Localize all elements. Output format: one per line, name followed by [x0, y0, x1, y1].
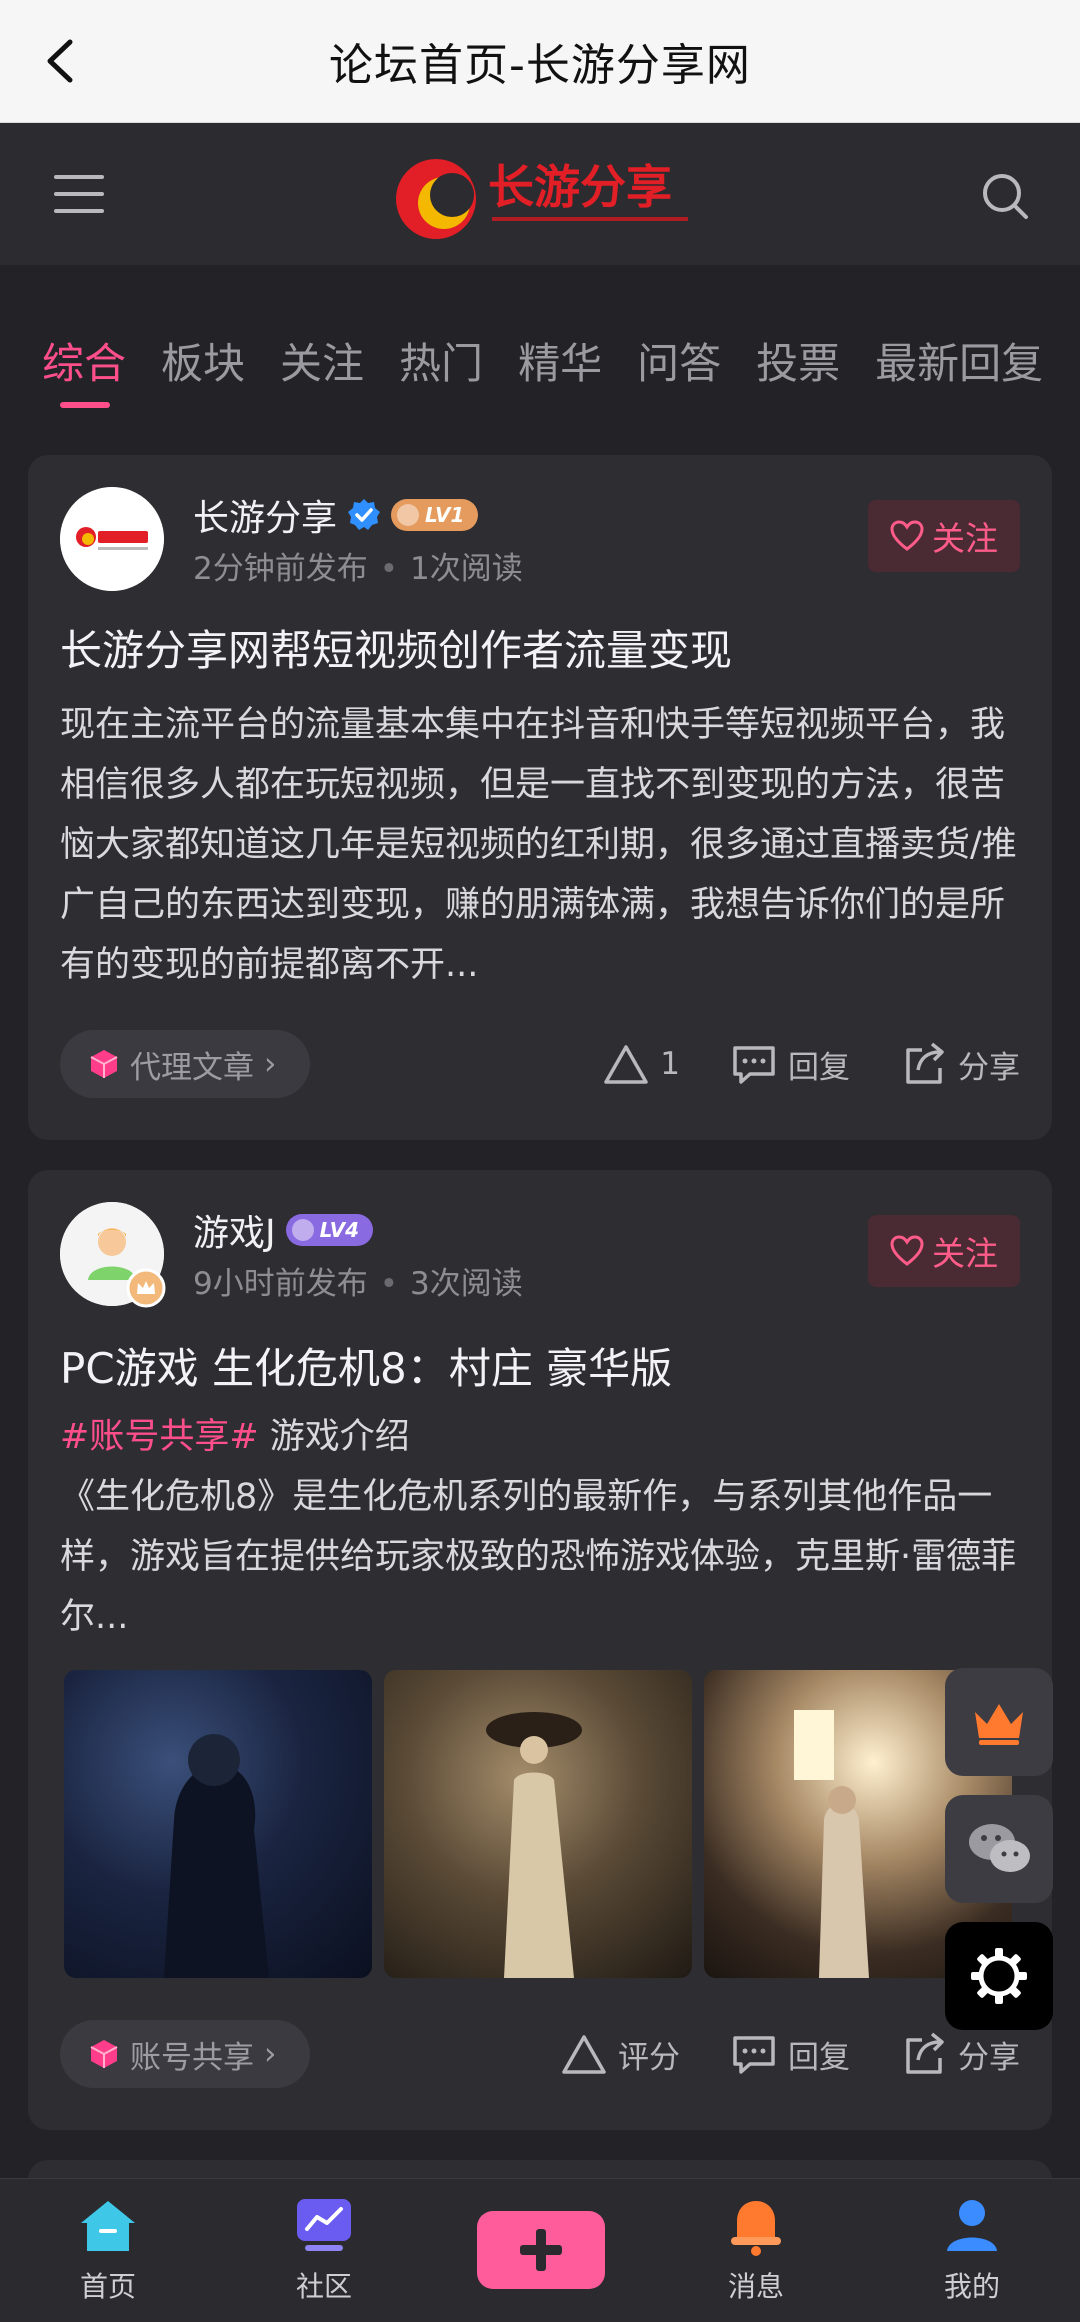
reply-button[interactable]: 回复	[730, 2030, 850, 2078]
tab-vote[interactable]: 投票	[756, 330, 840, 410]
avatar[interactable]	[60, 487, 164, 591]
bottom-nav: 首页 社区 消息 我的	[0, 2178, 1080, 2322]
back-arrow-icon[interactable]	[40, 36, 84, 86]
page-title: 论坛首页-长游分享网	[329, 40, 751, 91]
level-gem-icon	[291, 1219, 314, 1241]
board-tag[interactable]: 账号共享 ›	[60, 2020, 311, 2088]
follow-button[interactable]: 关注	[868, 1215, 1020, 1287]
nav-community[interactable]: 社区	[264, 2193, 384, 2305]
tab-boards[interactable]: 板块	[161, 330, 245, 410]
tab-qa[interactable]: 问答	[637, 330, 721, 410]
reply-button[interactable]: 回复	[730, 1040, 850, 1088]
post-title[interactable]: 长游分享网帮短视频创作者流量变现	[60, 617, 732, 678]
level-gem-icon	[397, 504, 420, 526]
post-time: 2分钟前发布	[193, 551, 368, 587]
site-logo[interactable]: 长游分享	[388, 143, 698, 247]
cube-icon	[90, 1050, 118, 1078]
rate-button[interactable]: 评分	[560, 2030, 680, 2078]
author-name[interactable]: 长游分享	[193, 489, 337, 541]
post-excerpt: 《生化危机8》是生化危机系列的最新作，与系列其他作品一样，游戏旨在提供给玩家极致…	[60, 1477, 1017, 1637]
triangle-icon	[562, 2035, 606, 2074]
wechat-icon	[969, 1824, 1030, 1872]
verified-icon	[348, 499, 381, 530]
post-meta: 9小时前发布 • 3次阅读	[193, 1266, 523, 1302]
user-icon	[947, 2200, 997, 2251]
crown-icon	[975, 1704, 1023, 1745]
vip-crown-button[interactable]	[945, 1668, 1053, 1776]
share-icon	[906, 2032, 944, 2074]
follow-button[interactable]: 关注	[868, 500, 1020, 572]
image-gallery	[64, 1670, 1012, 1978]
search-icon[interactable]	[980, 171, 1030, 221]
post-meta: 2分钟前发布 • 1次阅读	[193, 551, 523, 587]
comment-icon	[733, 1046, 775, 1084]
tab-featured[interactable]: 精华	[518, 330, 602, 410]
level-badge: LV1	[391, 499, 479, 531]
read-count: 1次阅读	[410, 551, 523, 587]
nav-messages[interactable]: 消息	[696, 2193, 816, 2305]
title-bar: 论坛首页-长游分享网	[0, 0, 1080, 123]
share-button[interactable]: 分享	[900, 1040, 1020, 1088]
post-image[interactable]	[64, 1670, 372, 1978]
add-post-button[interactable]	[477, 2211, 605, 2289]
svg-text:长游分享: 长游分享	[488, 162, 672, 213]
post-excerpt-block[interactable]: #账号共享# 游戏介绍 《生化危机8》是生化危机系列的最新作，与系列其他作品一样…	[60, 1407, 1020, 1647]
post-card[interactable]: 游戏J LV4 9小时前发布 • 3次阅读 关注 PC游戏 生化危机8：村庄 豪华版…	[28, 1170, 1052, 2130]
wechat-button[interactable]	[945, 1795, 1053, 1903]
hashtag[interactable]: #账号共享#	[60, 1417, 259, 1457]
level-badge: LV4	[285, 1214, 374, 1246]
comment-icon	[733, 2036, 775, 2074]
board-tag[interactable]: 代理文章 ›	[60, 1030, 311, 1098]
like-button[interactable]: 1	[602, 1040, 680, 1088]
post-card[interactable]: 长游分享 LV1 2分钟前发布 • 1次阅读 关注 长游分享网帮短视频创作者流量变现…	[28, 455, 1052, 1140]
cube-icon	[90, 2040, 118, 2068]
nav-mine[interactable]: 我的	[912, 2193, 1032, 2305]
post-time: 9小时前发布	[193, 1266, 368, 1302]
author-row: 长游分享 LV1	[193, 489, 479, 541]
home-icon	[81, 2201, 135, 2251]
bell-icon	[731, 2201, 781, 2256]
post-excerpt[interactable]: 现在主流平台的流量基本集中在抖音和快手等短视频平台，我相信很多人都在玩短视频，但…	[60, 695, 1020, 995]
app-header: 长游分享	[0, 123, 1080, 265]
plus-icon	[520, 2229, 562, 2271]
post-actions: 1 回复 分享	[552, 1040, 1020, 1088]
avatar[interactable]	[60, 1202, 166, 1308]
category-tabs: 综合 板块 关注 热门 精华 问答 投票 最新回复	[42, 330, 1052, 410]
tab-hot[interactable]: 热门	[399, 330, 483, 410]
chevron-right-icon: ›	[264, 2036, 277, 2072]
gear-icon	[971, 1948, 1027, 2004]
menu-icon[interactable]	[52, 171, 106, 217]
author-name[interactable]: 游戏J	[193, 1204, 276, 1256]
post-actions: 评分 回复 分享	[510, 2030, 1020, 2078]
heart-icon	[890, 520, 924, 551]
post-image[interactable]	[384, 1670, 692, 1978]
author-row: 游戏J LV4	[193, 1204, 374, 1256]
read-count: 3次阅读	[410, 1266, 523, 1302]
nav-home[interactable]: 首页	[48, 2193, 168, 2305]
share-icon	[906, 1042, 944, 1084]
tab-overall[interactable]: 综合	[42, 330, 126, 410]
settings-button[interactable]	[945, 1922, 1053, 2030]
post-subtitle: 游戏介绍	[269, 1417, 410, 1457]
tab-following[interactable]: 关注	[280, 330, 364, 410]
post-title[interactable]: PC游戏 生化危机8：村庄 豪华版	[60, 1335, 672, 1396]
chevron-right-icon: ›	[264, 1046, 277, 1082]
share-button[interactable]: 分享	[900, 2030, 1020, 2078]
triangle-icon	[604, 1045, 649, 1084]
community-chart-icon	[297, 2199, 351, 2251]
tab-latest-reply[interactable]: 最新回复	[875, 330, 1043, 410]
heart-icon	[890, 1235, 924, 1266]
